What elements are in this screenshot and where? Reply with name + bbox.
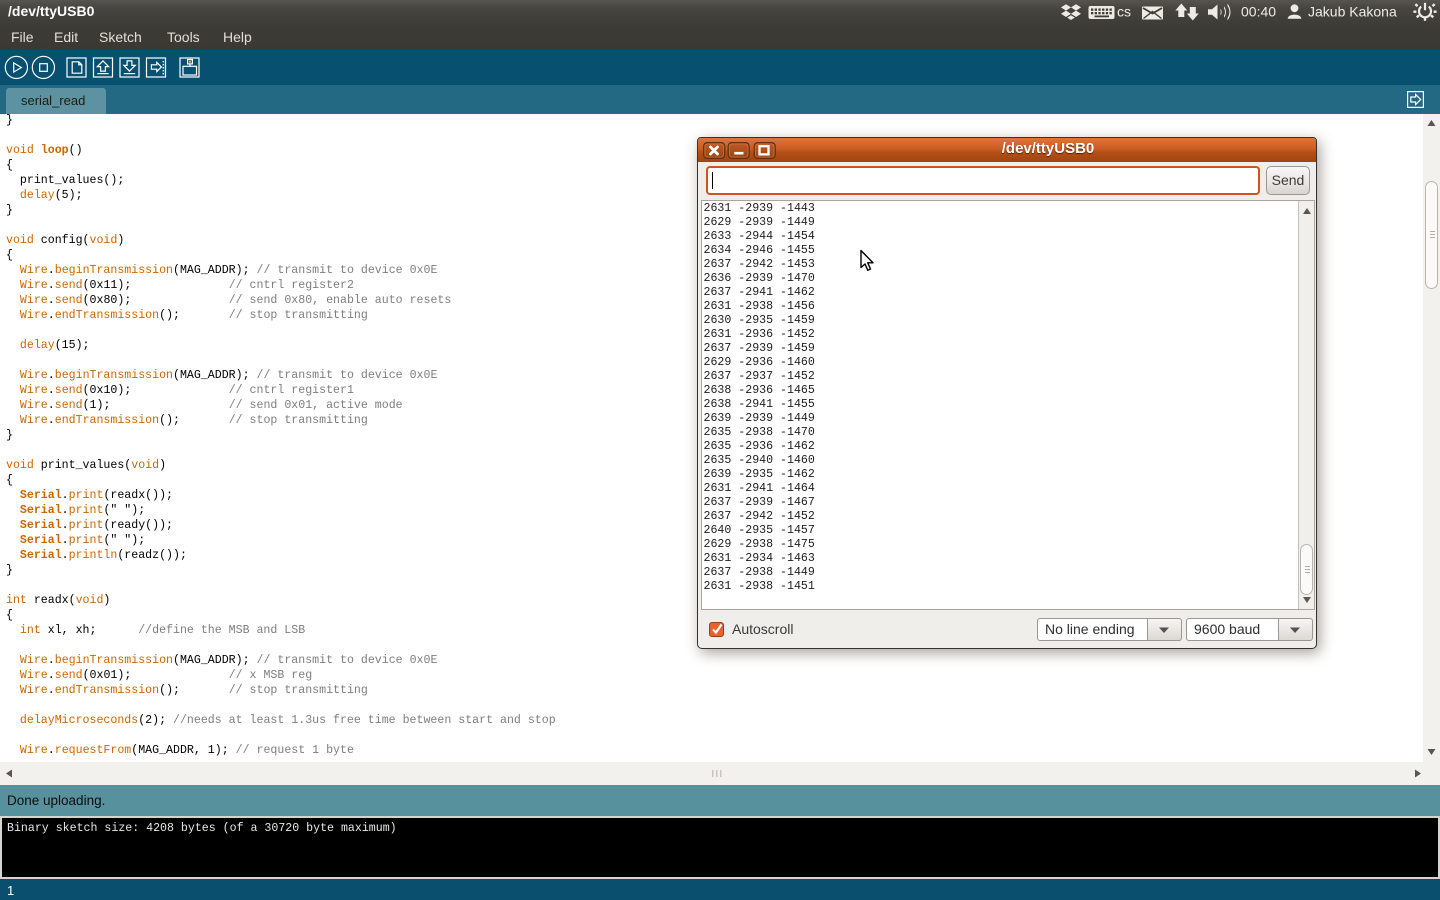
svg-text:cs: cs [1117, 4, 1131, 20]
svg-text:Jakub Kakona: Jakub Kakona [1308, 4, 1397, 20]
svg-text:00:40: 00:40 [1241, 4, 1276, 20]
